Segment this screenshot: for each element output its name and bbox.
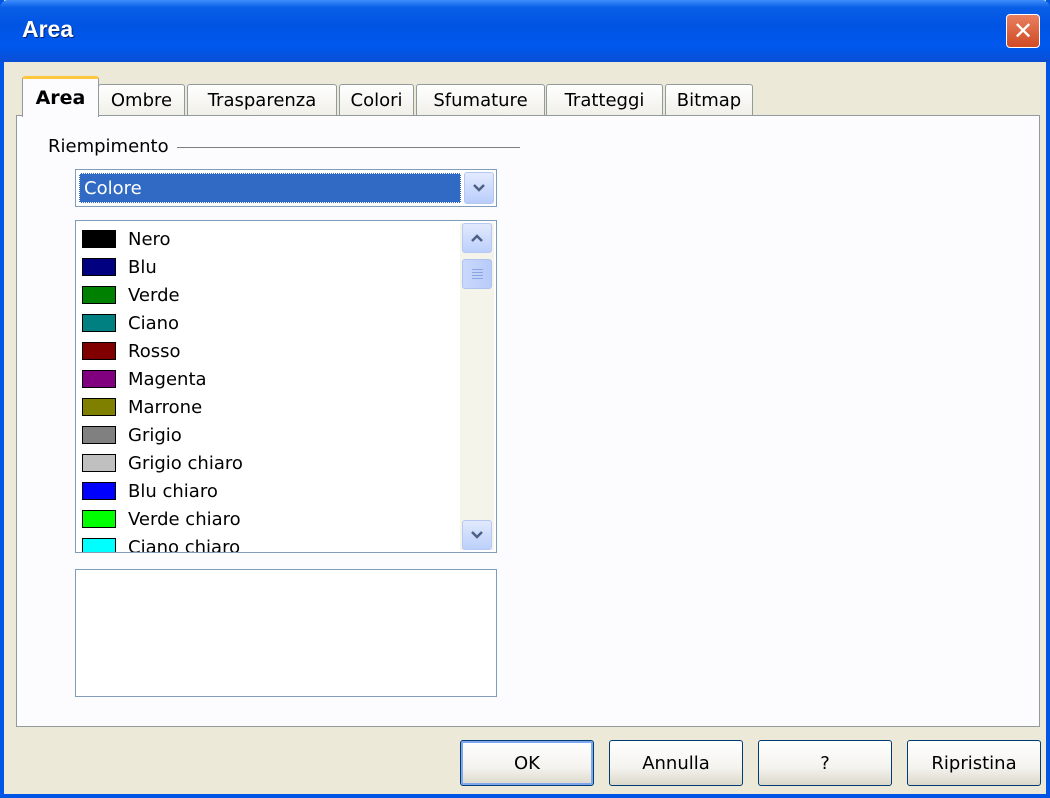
tab-ombre[interactable]: Ombre [98,84,185,116]
color-list-item[interactable]: Verde [82,281,462,309]
color-swatch [82,342,116,360]
color-list-item[interactable]: Grigio [82,421,462,449]
color-name: Verde [128,284,180,306]
chevron-down-icon [471,531,483,539]
color-swatch [82,510,116,528]
color-swatch [82,258,116,276]
fill-group-label: Riempimento [48,136,177,157]
tab-area[interactable]: Area [22,76,99,117]
color-name: Rosso [128,340,181,362]
color-swatch [82,286,116,304]
cancel-button[interactable]: Annulla [609,740,743,786]
color-swatch [82,426,116,444]
scroll-thumb[interactable] [462,259,492,289]
color-swatch [82,370,116,388]
color-list[interactable]: Nero Blu Verde Ciano Rosso Magenta Marrone Grig… [75,220,497,553]
grip-line [472,278,483,279]
color-list-item[interactable]: Blu chiaro [82,477,462,505]
color-list-item[interactable]: Rosso [82,337,462,365]
color-list-item[interactable]: Verde chiaro [82,505,462,533]
color-swatch [82,398,116,416]
tab-sfumature[interactable]: Sfumature [416,84,545,116]
chevron-down-icon [473,184,485,192]
color-list-item[interactable]: Magenta [82,365,462,393]
scroll-down-button[interactable] [462,520,492,550]
color-swatch [82,454,116,472]
color-list-item[interactable]: Ciano chiaro [82,533,462,553]
close-icon: ✕ [1012,17,1034,45]
color-swatch [82,230,116,248]
color-list-item[interactable]: Ciano [82,309,462,337]
close-button[interactable]: ✕ [1006,14,1040,48]
tab-tratteggi[interactable]: Tratteggi [546,84,663,116]
scroll-up-button[interactable] [462,223,492,253]
color-name: Grigio [128,424,182,446]
fill-type-selected: Colore [79,173,461,203]
color-name: Marrone [128,396,203,418]
grip-line [472,275,483,276]
color-swatch [82,482,116,500]
color-name: Verde chiaro [128,508,241,530]
grip-line [472,272,483,273]
tab-colori[interactable]: Colori [339,84,414,116]
color-list-item[interactable]: Nero [82,225,462,253]
tab-bitmap[interactable]: Bitmap [665,84,753,116]
tab-trasparenza[interactable]: Trasparenza [187,84,337,116]
color-swatch [82,314,116,332]
color-name: Magenta [128,368,207,390]
color-list-item[interactable]: Blu [82,253,462,281]
color-list-scrollbar[interactable] [460,223,494,550]
help-button[interactable]: ? [758,740,892,786]
color-list-items: Nero Blu Verde Ciano Rosso Magenta Marrone Grig… [82,225,462,553]
fill-type-dropdown[interactable]: Colore [75,169,497,207]
color-name: Blu chiaro [128,480,218,502]
ok-button[interactable]: OK [460,740,594,786]
chevron-up-icon [471,234,483,242]
window-title: Area [22,16,74,42]
color-swatch [82,538,116,552]
title-bar: Area ✕ [0,0,1050,62]
fill-preview [75,569,497,697]
color-name: Nero [128,228,171,250]
dropdown-button[interactable] [464,172,494,204]
color-list-item[interactable]: Marrone [82,393,462,421]
color-name: Ciano [128,312,180,334]
color-name: Grigio chiaro [128,452,243,474]
color-name: Blu [128,256,157,278]
reset-button[interactable]: Ripristina [907,740,1041,786]
grip-line [472,269,483,270]
color-list-item[interactable]: Grigio chiaro [82,449,462,477]
color-name: Ciano chiaro [128,536,241,553]
